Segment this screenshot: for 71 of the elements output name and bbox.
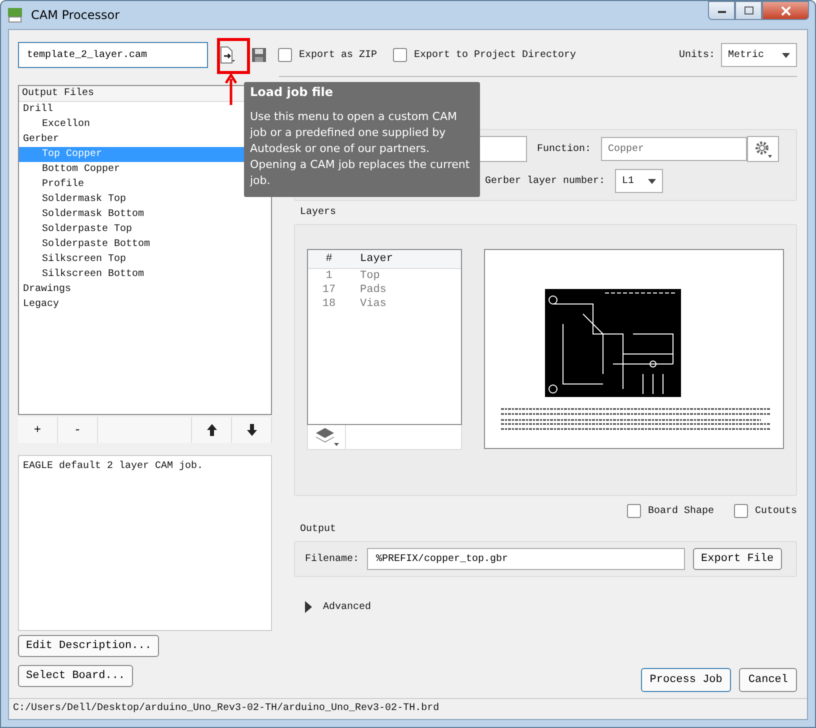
- function-label: Function:: [537, 144, 592, 154]
- close-icon: [780, 6, 790, 16]
- annotation-arrow: [225, 73, 237, 105]
- tree-item[interactable]: Profile: [19, 177, 244, 192]
- up-arrow-icon: [206, 424, 216, 436]
- table-cell-text: Top: [359, 269, 380, 283]
- checkbox[interactable]: [393, 48, 408, 62]
- file-arrow-icon: [219, 46, 235, 64]
- units-dropdown[interactable]: Metric: [721, 43, 797, 67]
- highlight-frame: [217, 38, 250, 74]
- tree-item[interactable]: Soldermask Bottom: [19, 207, 244, 222]
- status-bar-path: C:/Users/Dell/Desktop/arduino_Uno_Rev3-02-TH/arduino_Uno_Rev3-02-TH.brd: [9, 698, 807, 719]
- table-cell-text: 17: [321, 283, 337, 297]
- edit-description-button[interactable]: Edit Description...: [18, 635, 160, 657]
- gerber-layer-number-label: Gerber layer number:: [485, 176, 606, 186]
- job-file-field[interactable]: template_2_layer.cam: [18, 42, 208, 68]
- checkbox-label: Export as ZIP: [299, 50, 378, 60]
- column-header: Layer: [359, 252, 394, 267]
- advanced-label: Advanced: [323, 602, 372, 612]
- tree-item[interactable]: Legacy: [19, 297, 244, 312]
- save-icon: [251, 47, 267, 63]
- tooltip-text: Use this menu to open a custom CAM job or a predefined one supplied by Autodesk or one of our partners. Opening a CAM job replaces the current job.: [250, 109, 471, 189]
- filename-field[interactable]: %PREFIX/copper_top.gbr: [367, 548, 686, 570]
- checkbox-label: Export to Project Directory: [414, 50, 576, 60]
- tree-item[interactable]: Drawings: [19, 282, 244, 297]
- function-field[interactable]: Copper: [601, 137, 748, 161]
- checkbox-label: Cutouts: [754, 506, 797, 516]
- checkbox[interactable]: [734, 504, 748, 518]
- tree-item[interactable]: Silkscreen Bottom: [19, 267, 244, 282]
- close-button[interactable]: [762, 1, 809, 20]
- settings-button[interactable]: [747, 136, 780, 162]
- tree-item[interactable]: Excellon: [19, 117, 244, 132]
- table-cell-text: Vias: [359, 297, 386, 311]
- process-job-button[interactable]: Process Job: [640, 668, 732, 692]
- dropdown-arrow-icon: [782, 52, 790, 58]
- settings-icon: [753, 139, 774, 159]
- gerber-layer-number-dropdown[interactable]: L1: [615, 169, 664, 193]
- table-cell-text: 1: [324, 269, 334, 283]
- tree-item[interactable]: Bottom Copper: [19, 162, 244, 177]
- units-label: Units:: [678, 50, 715, 60]
- tree-item[interactable]: Solderpaste Bottom: [19, 237, 244, 252]
- tree-item[interactable]: Gerber: [19, 132, 244, 147]
- checkbox[interactable]: [626, 504, 641, 518]
- expand-icon[interactable]: [304, 601, 313, 613]
- description-text: EAGLE default 2 layer CAM job.: [18, 455, 272, 631]
- add-button[interactable]: +: [18, 417, 58, 443]
- table-cell-text: Pads: [359, 283, 386, 297]
- tree-item[interactable]: Solderpaste Top: [19, 222, 244, 237]
- checkbox[interactable]: [278, 48, 292, 62]
- filename-label: Filename:: [305, 554, 360, 564]
- section-title: Output: [300, 524, 338, 535]
- minimize-button[interactable]: [708, 1, 735, 20]
- remove-button[interactable]: -: [58, 417, 98, 443]
- layers-icon: [314, 425, 340, 447]
- tree-item[interactable]: Soldermask Top: [19, 192, 244, 207]
- maximize-icon: [744, 6, 754, 15]
- app-icon: [7, 7, 23, 23]
- checkbox-label: Board Shape: [648, 506, 714, 516]
- section-title: Layers: [300, 207, 338, 218]
- tree-item[interactable]: Drill: [19, 102, 244, 117]
- dropdown-arrow-icon: [648, 178, 656, 184]
- window-title: CAM Processor: [31, 8, 120, 22]
- table-cell-text: 18: [321, 297, 337, 311]
- cancel-button[interactable]: Cancel: [739, 668, 797, 692]
- maximize-button[interactable]: [735, 1, 762, 20]
- select-board-button[interactable]: Select Board...: [18, 665, 134, 687]
- export-file-button[interactable]: Export File: [693, 548, 782, 570]
- column-header: #: [324, 252, 334, 267]
- tree-item[interactable]: Silkscreen Top: [19, 252, 244, 267]
- tooltip-title: Load job file: [250, 85, 334, 99]
- down-arrow-icon: [246, 424, 256, 436]
